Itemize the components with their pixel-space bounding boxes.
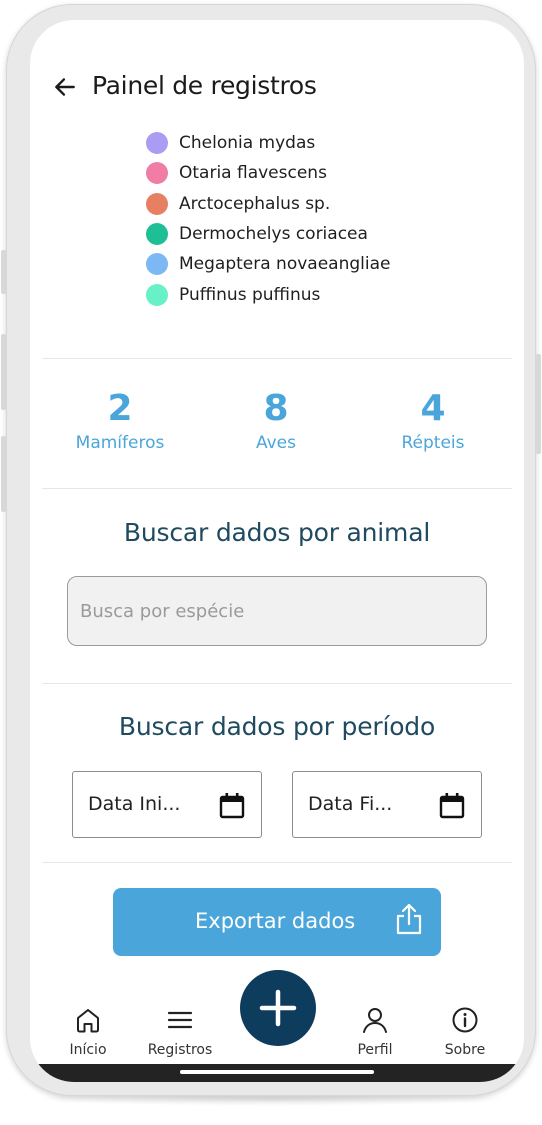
nav-label: Registros <box>147 1042 213 1058</box>
legend-label: Dermochelys coriacea <box>179 224 368 245</box>
export-data-button[interactable]: Exportar dados <box>113 888 441 956</box>
stat-label: Aves <box>255 433 296 453</box>
nav-item-sobre[interactable]: Sobre <box>425 1006 505 1058</box>
nav-item-perfil[interactable]: Perfil <box>335 1006 415 1058</box>
app-screen: Painel de registros Chelonia mydas Otari… <box>30 20 524 1082</box>
search-period-title: Buscar dados por período <box>118 712 436 741</box>
legend-label: Chelonia mydas <box>179 133 316 154</box>
stat-value: 4 <box>420 388 446 429</box>
species-legend: Chelonia mydas Otaria flavescens Arctoce… <box>146 128 390 310</box>
share-icon <box>396 903 422 935</box>
app-header: Painel de registros <box>30 68 524 108</box>
home-indicator[interactable] <box>180 1070 374 1074</box>
nav-label: Início <box>69 1042 107 1058</box>
calendar-icon[interactable] <box>439 792 465 819</box>
nav-label: Perfil <box>357 1042 393 1058</box>
menu-icon <box>167 1011 193 1029</box>
home-icon <box>77 1009 99 1033</box>
legend-item: Otaria flavescens <box>146 158 390 188</box>
back-arrow-icon[interactable] <box>52 74 78 100</box>
legend-color-dot <box>146 132 168 155</box>
legend-color-dot <box>146 223 168 246</box>
export-label: Exportar dados <box>195 909 356 933</box>
stat-label: Répteis <box>401 433 465 453</box>
legend-color-dot <box>146 253 168 276</box>
legend-label: Arctocephalus sp. <box>179 193 331 214</box>
divider <box>42 358 512 359</box>
legend-item: Chelonia mydas <box>146 128 390 158</box>
legend-label: Megaptera novaeangliae <box>179 254 391 275</box>
end-date-field[interactable]: Data Fi... <box>292 771 482 838</box>
side-button <box>1 436 6 512</box>
stat-birds: 8 Aves <box>201 388 351 453</box>
legend-item: Arctocephalus sp. <box>146 189 390 219</box>
legend-item: Dermochelys coriacea <box>146 219 390 249</box>
nav-label: Sobre <box>444 1042 486 1058</box>
stat-reptiles: 4 Répteis <box>358 388 508 453</box>
side-button <box>1 250 6 294</box>
legend-label: Otaria flavescens <box>179 163 327 184</box>
add-record-button[interactable] <box>240 970 316 1046</box>
info-icon <box>452 1007 478 1033</box>
stat-mammals: 2 Mamíferos <box>45 388 195 453</box>
legend-item: Puffinus puffinus <box>146 279 390 309</box>
nav-item-registros[interactable]: Registros <box>140 1006 220 1058</box>
user-icon <box>363 1008 387 1033</box>
start-date-text: Data Ini... <box>88 793 181 815</box>
end-date-text: Data Fi... <box>308 793 393 815</box>
stat-value: 2 <box>107 388 133 429</box>
search-animal-title: Buscar dados por animal <box>123 518 431 547</box>
start-date-field[interactable]: Data Ini... <box>72 771 262 838</box>
legend-item: Megaptera novaeangliae <box>146 249 390 279</box>
legend-color-dot <box>146 283 168 306</box>
stat-label: Mamíferos <box>75 433 165 453</box>
divider <box>42 488 512 489</box>
divider <box>42 683 512 684</box>
stat-value: 8 <box>263 388 289 429</box>
nav-item-inicio[interactable]: Início <box>48 1006 128 1058</box>
side-button <box>536 354 541 454</box>
phone-frame: Painel de registros Chelonia mydas Otari… <box>1 4 541 1096</box>
legend-color-dot <box>146 192 168 215</box>
legend-label: Puffinus puffinus <box>179 284 321 305</box>
legend-color-dot <box>146 162 168 185</box>
side-button <box>1 334 6 410</box>
calendar-icon[interactable] <box>219 792 245 819</box>
species-search-input[interactable] <box>67 576 487 646</box>
page-title: Painel de registros <box>92 71 317 100</box>
plus-icon <box>259 989 297 1027</box>
system-bar <box>30 1064 524 1082</box>
divider <box>42 862 512 863</box>
